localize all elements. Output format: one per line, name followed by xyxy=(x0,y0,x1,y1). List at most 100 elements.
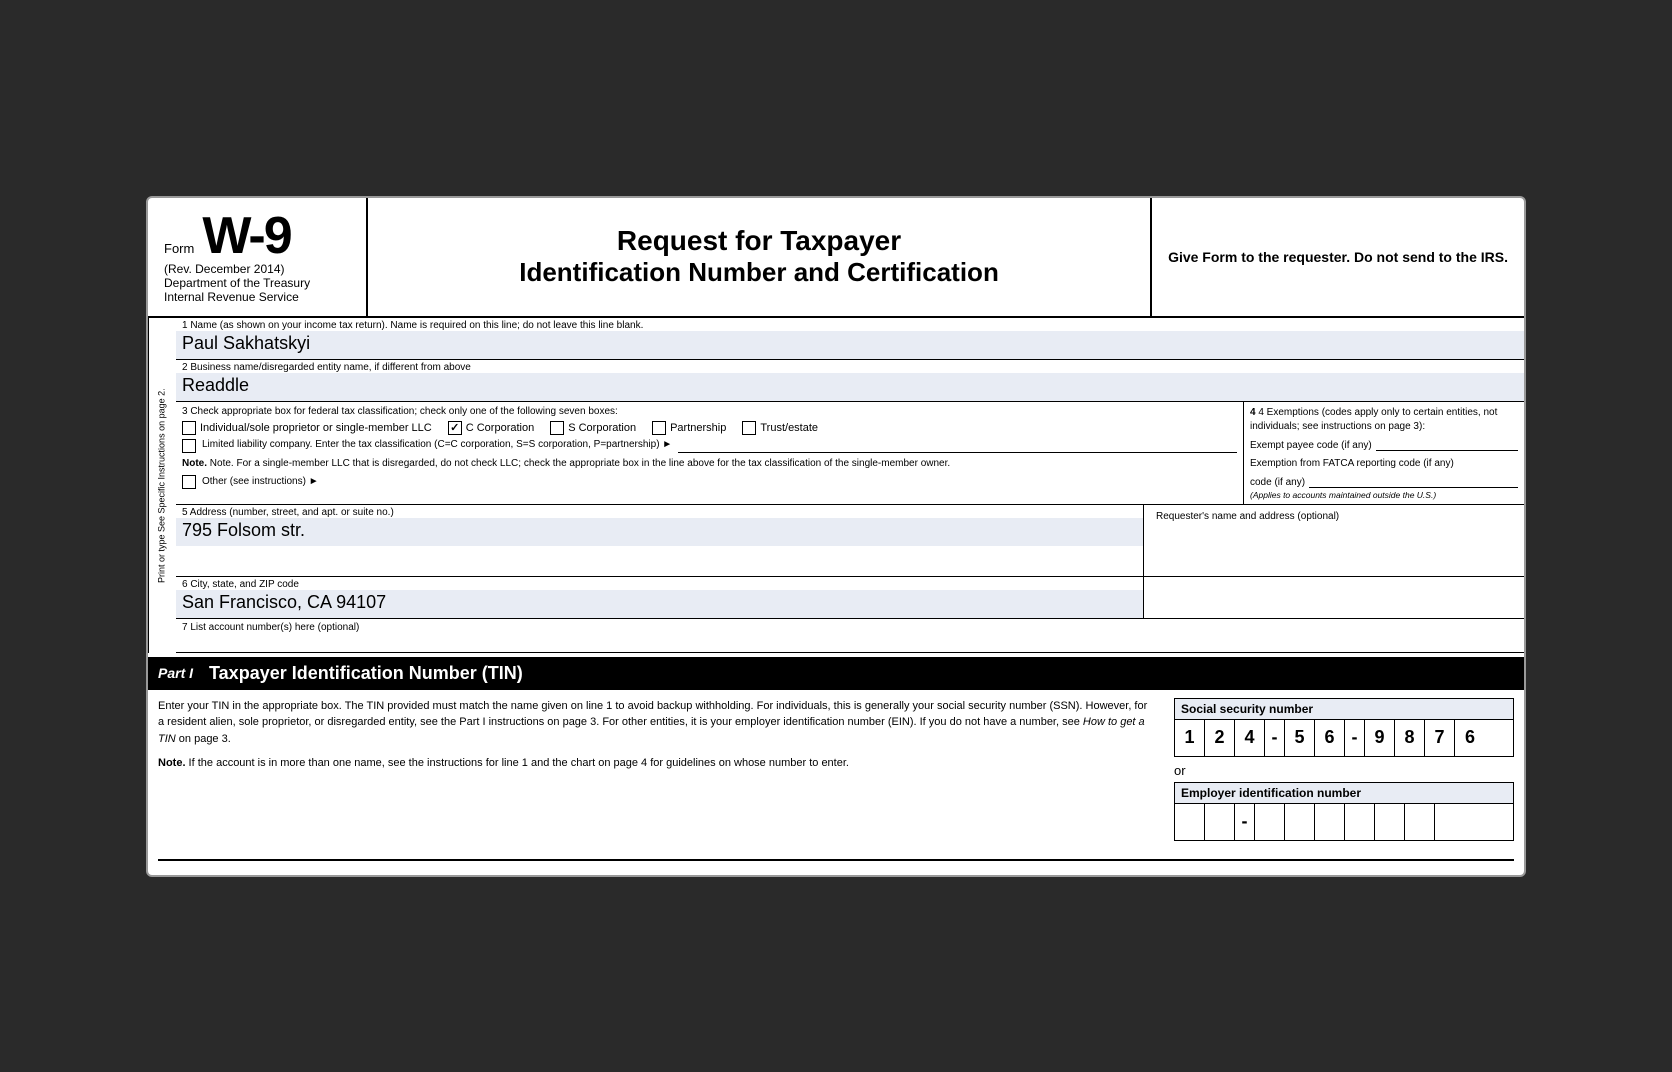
form-title-section: Request for Taxpayer Identification Numb… xyxy=(368,198,1150,316)
field2-value[interactable]: Readdle xyxy=(176,373,1524,401)
field7-row: 7 List account number(s) here (optional) xyxy=(176,619,1524,653)
form-prefix-label: Form xyxy=(164,241,194,256)
checkbox-other-box[interactable] xyxy=(182,475,196,489)
requester-section: Requester's name and address (optional) xyxy=(1144,505,1524,576)
tin-section: Social security number 1 2 4 - 5 6 - 9 8… xyxy=(1174,698,1514,841)
ein-d4[interactable] xyxy=(1285,804,1315,840)
checkbox-s-corp-box[interactable] xyxy=(550,421,564,435)
ssn-grid: 1 2 4 - 5 6 - 9 8 7 6 xyxy=(1174,719,1514,757)
ssn-d8[interactable]: 7 xyxy=(1425,720,1455,756)
ssn-d2[interactable]: 2 xyxy=(1205,720,1235,756)
title-line2: Identification Number and Certification xyxy=(519,257,999,288)
exempt-payee-input[interactable] xyxy=(1376,437,1518,451)
ssn-d6[interactable]: 9 xyxy=(1365,720,1395,756)
ein-label: Employer identification number xyxy=(1174,782,1514,803)
form-id-section: Form W-9 (Rev. December 2014) Department… xyxy=(148,198,368,316)
w9-form: Form W-9 (Rev. December 2014) Department… xyxy=(146,196,1526,877)
part1-body: Enter your TIN in the appropriate box. T… xyxy=(148,690,1524,849)
note-content: Note. For a single-member LLC that is di… xyxy=(210,458,950,469)
part1-title: Taxpayer Identification Number (TIN) xyxy=(209,663,523,684)
field3-row: 3 Check appropriate box for federal tax … xyxy=(176,402,1524,505)
part1-label: Part I xyxy=(158,665,193,681)
irs-label: Internal Revenue Service xyxy=(164,290,350,304)
fatca-label: Exemption from FATCA reporting code (if … xyxy=(1250,457,1518,471)
rev-date: (Rev. December 2014) xyxy=(164,262,350,276)
checkboxes-row: Individual/sole proprietor or single-mem… xyxy=(182,421,1237,435)
form-body: Print or type See Specific Instructions … xyxy=(148,318,1524,653)
city-row: 6 City, state, and ZIP code San Francisc… xyxy=(176,577,1524,619)
ein-d1[interactable] xyxy=(1175,804,1205,840)
field3-left: 3 Check appropriate box for federal tax … xyxy=(176,402,1244,504)
checkbox-partnership-box[interactable] xyxy=(652,421,666,435)
part1-desc-p2: on page 3. xyxy=(176,733,231,745)
field6-section: 6 City, state, and ZIP code San Francisc… xyxy=(176,577,1144,618)
ssn-dash2: - xyxy=(1345,720,1365,756)
llc-input-line[interactable] xyxy=(678,439,1237,453)
exemptions-section: 4 4 Exemptions (codes apply only to cert… xyxy=(1250,406,1518,500)
part1-description: Enter your TIN in the appropriate box. T… xyxy=(158,698,1154,841)
part1-desc-p1: Enter your TIN in the appropriate box. T… xyxy=(158,700,1147,729)
field2-row: 2 Business name/disregarded entity name,… xyxy=(176,360,1524,402)
other-row: Other (see instructions) ► xyxy=(182,475,1237,489)
field6-label: 6 City, state, and ZIP code xyxy=(176,577,1143,590)
checkbox-c-corp-label: C Corporation xyxy=(466,422,534,434)
field5-value[interactable]: 795 Folsom str. xyxy=(176,518,1143,546)
field6-value[interactable]: San Francisco, CA 94107 xyxy=(176,590,1143,618)
requester-address-value xyxy=(1144,577,1524,618)
checkbox-individual[interactable]: Individual/sole proprietor or single-mem… xyxy=(182,421,432,435)
form-header: Form W-9 (Rev. December 2014) Department… xyxy=(148,198,1524,318)
checkbox-trust[interactable]: Trust/estate xyxy=(742,421,818,435)
ssn-d4[interactable]: 5 xyxy=(1285,720,1315,756)
ein-d3[interactable] xyxy=(1255,804,1285,840)
address-row: 5 Address (number, street, and apt. or s… xyxy=(176,505,1524,577)
ssn-d5[interactable]: 6 xyxy=(1315,720,1345,756)
field1-value[interactable]: Paul Sakhatskyi xyxy=(176,331,1524,359)
sidebar-text: Print or type See Specific Instructions … xyxy=(157,388,169,583)
form-fields: 1 Name (as shown on your income tax retu… xyxy=(176,318,1524,653)
checkbox-trust-box[interactable] xyxy=(742,421,756,435)
checkbox-trust-label: Trust/estate xyxy=(760,422,818,434)
checkbox-c-corp-box[interactable]: ✓ xyxy=(448,421,462,435)
checkbox-partnership[interactable]: Partnership xyxy=(652,421,726,435)
field7-label: 7 List account number(s) here (optional) xyxy=(182,622,359,633)
ein-dash: - xyxy=(1235,804,1255,840)
ssn-d1[interactable]: 1 xyxy=(1175,720,1205,756)
checkbox-llc-box[interactable] xyxy=(182,439,196,453)
ein-d9[interactable] xyxy=(1435,804,1465,840)
ein-d2[interactable] xyxy=(1205,804,1235,840)
applies-note: (Applies to accounts maintained outside … xyxy=(1250,490,1518,500)
field5-label: 5 Address (number, street, and apt. or s… xyxy=(176,505,1143,518)
field1-label: 1 Name (as shown on your income tax retu… xyxy=(176,318,1524,331)
exempt-payee-row: Exempt payee code (if any) xyxy=(1250,437,1518,451)
note-bold: Note. xyxy=(182,458,207,469)
checkbox-partnership-label: Partnership xyxy=(670,422,726,434)
requester-label: Requester's name and address (optional) xyxy=(1150,509,1518,522)
ein-d5[interactable] xyxy=(1315,804,1345,840)
checkbox-s-corp[interactable]: S Corporation xyxy=(550,421,636,435)
field1-row: 1 Name (as shown on your income tax retu… xyxy=(176,318,1524,360)
field4-right: 4 4 Exemptions (codes apply only to cert… xyxy=(1244,402,1524,504)
ssn-dash1: - xyxy=(1265,720,1285,756)
ein-d7[interactable] xyxy=(1375,804,1405,840)
ein-d8[interactable] xyxy=(1405,804,1435,840)
checkbox-individual-box[interactable] xyxy=(182,421,196,435)
ein-grid: - xyxy=(1174,803,1514,841)
ssn-d3[interactable]: 4 xyxy=(1235,720,1265,756)
form-title: Request for Taxpayer Identification Numb… xyxy=(519,225,999,288)
checkbox-c-corp[interactable]: ✓ C Corporation xyxy=(448,421,534,435)
ein-d6[interactable] xyxy=(1345,804,1375,840)
fatca-input[interactable] xyxy=(1309,474,1518,488)
ssn-label: Social security number xyxy=(1174,698,1514,719)
note-text: Note. Note. For a single-member LLC that… xyxy=(182,457,1237,471)
part1-note-text: If the account is in more than one name,… xyxy=(186,757,849,769)
exempt-payee-label: Exempt payee code (if any) xyxy=(1250,440,1372,451)
bottom-spacer xyxy=(148,861,1524,875)
code-if-any: code (if any) xyxy=(1250,477,1305,488)
note-bold-part1: Note. xyxy=(158,757,186,769)
ssn-d9[interactable]: 6 xyxy=(1455,720,1485,756)
requester-value[interactable] xyxy=(1150,522,1518,572)
llc-label: Limited liability company. Enter the tax… xyxy=(202,439,672,450)
department-label: Department of the Treasury xyxy=(164,276,350,290)
ssn-d7[interactable]: 8 xyxy=(1395,720,1425,756)
field7-value[interactable] xyxy=(182,633,1518,649)
